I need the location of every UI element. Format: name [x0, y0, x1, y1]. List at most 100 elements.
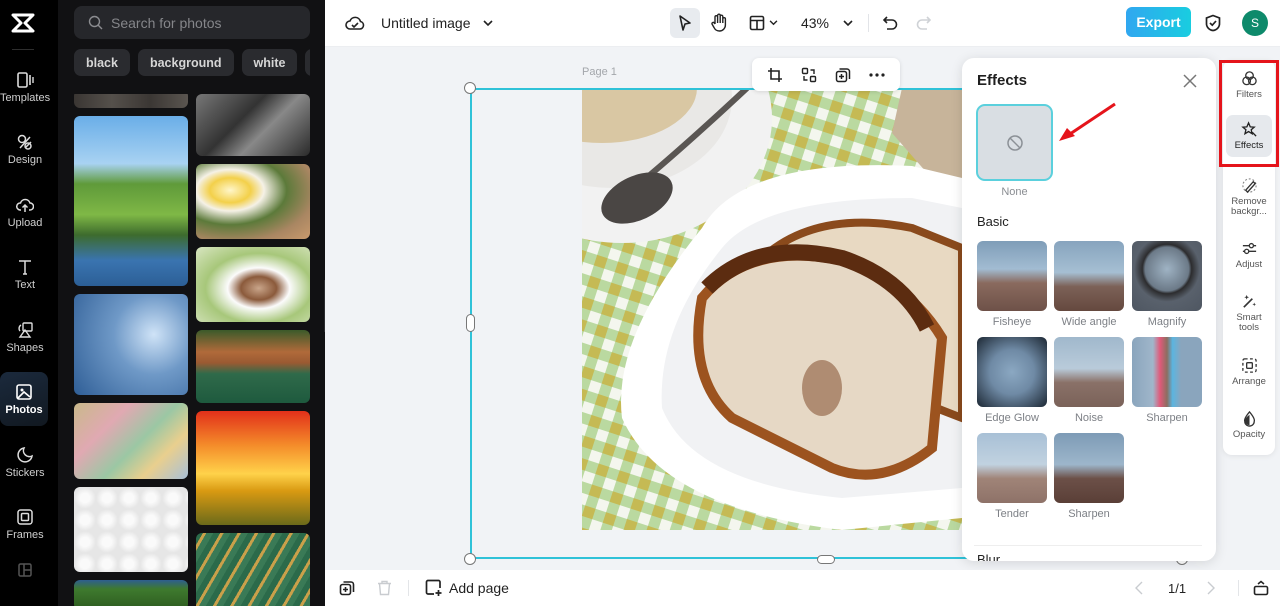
redo-button[interactable]	[913, 11, 935, 35]
photo-thumb-palm-leaf[interactable]	[196, 533, 310, 606]
effect-label: Noise	[1074, 412, 1104, 424]
previous-page-button[interactable]	[1135, 581, 1143, 595]
zoom-dropdown[interactable]: 43%	[797, 8, 857, 38]
chip-white[interactable]: white	[241, 49, 298, 76]
more-options-button[interactable]	[866, 64, 888, 86]
search-box[interactable]	[74, 6, 310, 39]
tool-label: Remove backgr...	[1231, 196, 1267, 217]
undo-button[interactable]	[879, 11, 901, 35]
crop-icon	[768, 67, 782, 82]
chevron-right-icon	[1207, 581, 1215, 595]
effect-tile-edge-glow[interactable]	[977, 337, 1047, 407]
chevron-down-icon	[769, 20, 777, 26]
swap-icon	[801, 67, 817, 82]
duplicate-button[interactable]	[832, 64, 854, 86]
photo-thumb-white-pattern[interactable]	[74, 487, 188, 572]
photo-thumb-blue-bokeh[interactable]	[74, 294, 188, 395]
effect-label: Sharpen	[1146, 412, 1188, 424]
search-input[interactable]	[111, 14, 291, 31]
rail-item-text[interactable]: Text	[0, 247, 50, 301]
user-avatar[interactable]: S	[1242, 10, 1268, 36]
tool-remove-background[interactable]: Remove backgr...	[1226, 177, 1272, 217]
photo-thumb-city-aerial[interactable]	[196, 94, 310, 156]
rail-item-stickers[interactable]: Stickers	[0, 435, 50, 489]
design-icon	[17, 134, 32, 150]
rail-item-templates[interactable]: Templates	[0, 60, 50, 114]
next-page-button[interactable]	[1207, 581, 1215, 595]
add-page-button[interactable]: Add page	[425, 579, 509, 597]
rail-item-design[interactable]: Design	[0, 122, 50, 176]
section-basic-heading: Basic	[977, 214, 1009, 229]
effect-label: Edge Glow	[985, 412, 1039, 424]
expand-up-icon	[1253, 580, 1269, 596]
chip-background[interactable]: background	[137, 49, 234, 76]
capcut-logo-icon[interactable]	[10, 10, 36, 36]
left-rail: Templates Design Upload Text Shapes Phot…	[0, 0, 58, 606]
effect-label: Sharpen	[1068, 508, 1110, 520]
chevron-down-icon	[843, 19, 853, 26]
layout-dropdown[interactable]	[745, 8, 781, 38]
remove-background-icon	[1241, 178, 1257, 194]
resize-handle-bottom-left[interactable]	[464, 553, 476, 565]
effect-none-tile[interactable]	[976, 104, 1053, 181]
effect-tile-wide-angle[interactable]	[1054, 241, 1124, 311]
effect-tile-sharpen[interactable]	[1054, 433, 1124, 503]
rail-item-upload[interactable]: Upload	[0, 185, 50, 239]
tool-opacity[interactable]: Opacity	[1226, 410, 1272, 440]
bottom-divider	[408, 580, 409, 596]
resize-handle-bottom[interactable]	[817, 555, 835, 564]
expand-pages-button[interactable]	[1253, 580, 1269, 596]
hand-tool-button[interactable]	[708, 8, 730, 38]
rail-item-shapes[interactable]: Shapes	[0, 310, 50, 364]
chip-black[interactable]: black	[74, 49, 130, 76]
effect-none-label: None	[1001, 186, 1028, 198]
resize-handle-top-left[interactable]	[464, 82, 476, 94]
effect-tile-magnify[interactable]	[1132, 241, 1202, 311]
rail-label: Upload	[7, 216, 43, 229]
effect-tile-tender[interactable]	[977, 433, 1047, 503]
rail-item-photos[interactable]: Photos	[0, 372, 48, 426]
close-icon[interactable]	[1181, 72, 1199, 90]
select-tool-button[interactable]	[670, 8, 700, 38]
tool-smart-tools[interactable]: Smart tools	[1226, 293, 1272, 333]
photo-thumb-hills[interactable]	[74, 580, 188, 606]
export-button[interactable]: Export	[1126, 7, 1191, 37]
delete-page-button[interactable]	[377, 580, 392, 596]
tool-label: Opacity	[1232, 429, 1266, 440]
crop-button[interactable]	[764, 64, 786, 86]
cloud-saved-button[interactable]	[345, 12, 365, 34]
security-button[interactable]	[1202, 11, 1224, 35]
no-effect-icon	[1006, 134, 1023, 151]
effect-tile-noise[interactable]	[1054, 337, 1124, 407]
chip-more[interactable]: y	[305, 49, 310, 76]
effect-tile-sharpen-glitch[interactable]	[1132, 337, 1202, 407]
document-title-dropdown[interactable]: Untitled image	[381, 12, 493, 34]
rail-label: Text	[14, 278, 36, 291]
photo-thumb-eggs[interactable]	[196, 164, 310, 239]
photo-thumb-curtain[interactable]	[74, 94, 188, 108]
tool-arrange[interactable]: Arrange	[1226, 357, 1272, 387]
photo-thumb-banknotes[interactable]	[74, 403, 188, 479]
effect-label: Wide angle	[1061, 316, 1117, 328]
photo-thumb-bread[interactable]	[196, 247, 310, 322]
resize-handle-left[interactable]	[466, 314, 475, 332]
section-divider	[974, 545, 1202, 546]
replace-button[interactable]	[798, 64, 820, 86]
rail-item-frames[interactable]: Frames	[0, 497, 50, 551]
bottom-divider	[1238, 580, 1239, 596]
rail-label: Photos	[5, 403, 43, 416]
bottom-bar: Add page 1/1	[325, 570, 1280, 606]
redo-icon	[916, 16, 932, 30]
cloud-check-icon	[345, 16, 365, 30]
page-indicator: 1/1	[1168, 580, 1187, 596]
effect-tile-fisheye[interactable]	[977, 241, 1047, 311]
rail-item-more[interactable]	[0, 550, 50, 590]
photo-thumb-castle-river[interactable]	[74, 116, 188, 286]
page-label: Page 1	[582, 66, 617, 78]
adjust-sliders-icon	[1242, 242, 1256, 255]
tool-adjust[interactable]: Adjust	[1226, 240, 1272, 270]
photo-thumb-sunset-bench[interactable]	[196, 411, 310, 525]
photo-thumb-aqueduct[interactable]	[196, 330, 310, 403]
rail-label: Frames	[6, 528, 44, 541]
duplicate-page-button[interactable]	[339, 580, 355, 596]
